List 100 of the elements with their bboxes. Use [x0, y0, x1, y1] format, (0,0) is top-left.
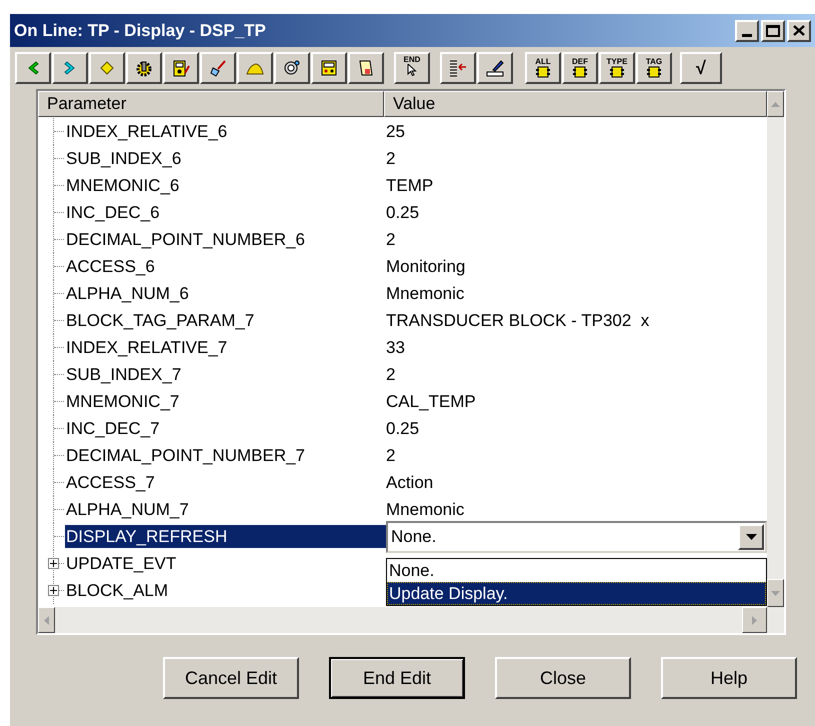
parameter-name[interactable]: ALPHA_NUM_6	[65, 282, 197, 305]
toolbar-button[interactable]	[52, 52, 88, 84]
dropdown-option[interactable]: None.	[387, 559, 766, 582]
down-arrow-icon	[771, 590, 780, 596]
parameter-value[interactable]: Monitoring	[386, 255, 466, 278]
parameter-value[interactable]: 2	[386, 363, 396, 386]
cursor-icon	[407, 64, 417, 76]
dropdown-button[interactable]	[738, 524, 764, 550]
expand-button[interactable]	[48, 585, 59, 596]
dialog-button[interactable]: Close	[495, 657, 631, 699]
button-label: TYPE	[606, 58, 628, 66]
horizontal-scrollbar[interactable]	[38, 607, 784, 633]
parameter-value[interactable]: TEMP	[386, 174, 434, 197]
parameter-name[interactable]: UPDATE_EVT	[65, 552, 184, 575]
plus-icon	[50, 587, 57, 594]
gear-icon	[135, 59, 153, 77]
close-icon	[793, 25, 805, 36]
column-header[interactable]: Value	[384, 91, 767, 117]
toolbar-button[interactable]	[311, 52, 347, 84]
parameter-name[interactable]: INC_DEC_6	[65, 201, 168, 224]
toolbar-button[interactable]	[163, 52, 199, 84]
parameter-value[interactable]: 2	[386, 228, 396, 251]
parameter-name[interactable]: ACCESS_7	[65, 471, 163, 494]
toolbar-button[interactable]	[274, 52, 310, 84]
dialog-button[interactable]: Cancel Edit	[163, 657, 299, 699]
parameter-name[interactable]: INDEX_RELATIVE_7	[65, 336, 236, 359]
parameter-value[interactable]: Mnemonic	[386, 498, 464, 521]
parameter-value[interactable]: 2	[386, 147, 396, 170]
button-label: √	[696, 59, 706, 77]
scroll-icon	[357, 59, 375, 77]
scroll-left-button[interactable]	[38, 607, 55, 633]
parameter-name[interactable]: MNEMONIC_6	[65, 174, 188, 197]
toolbar-button[interactable]	[440, 52, 476, 84]
parameter-value[interactable]: 2	[386, 444, 396, 467]
parameter-name[interactable]: SUB_INDEX_6	[65, 147, 190, 170]
parameter-name[interactable]: ALPHA_NUM_7	[65, 498, 197, 521]
vertical-scrollbar[interactable]	[767, 91, 784, 607]
parameter-name[interactable]: BLOCK_ALM	[65, 579, 176, 602]
column-header[interactable]: Parameter	[38, 91, 384, 117]
toolbar-button[interactable]: DEF	[562, 52, 598, 84]
chip-icon	[647, 66, 661, 78]
dial-icon	[283, 59, 301, 77]
toolbar-button[interactable]	[89, 52, 125, 84]
parameter-name[interactable]: INC_DEC_7	[65, 417, 168, 440]
button-label: ALL	[535, 58, 551, 66]
minimize-icon	[742, 34, 752, 36]
parameter-value[interactable]: Mnemonic	[386, 282, 464, 305]
chip-icon	[610, 66, 624, 78]
button-label: END	[404, 56, 420, 64]
toolbar-button[interactable]: ALL	[525, 52, 561, 84]
maximize-button[interactable]	[761, 20, 785, 42]
toolbar-button[interactable]	[348, 52, 384, 84]
maximize-icon	[766, 24, 780, 36]
parameter-name[interactable]: ACCESS_6	[65, 255, 163, 278]
toolbar-button[interactable]	[126, 52, 162, 84]
window-title: On Line: TP - Display - DSP_TP	[14, 20, 267, 42]
parameter-value[interactable]: 0.25	[386, 417, 420, 440]
close-button[interactable]	[787, 20, 811, 42]
parameter-name[interactable]: BLOCK_TAG_PARAM_7	[65, 309, 262, 332]
parameter-value[interactable]: 25	[386, 120, 405, 143]
down-arrow-icon	[746, 534, 756, 540]
button-label: DEF	[572, 58, 588, 66]
scroll-down-button[interactable]	[767, 579, 784, 607]
toolbar-button[interactable]	[477, 52, 513, 84]
chip-icon	[536, 66, 550, 78]
parameter-value[interactable]: TRANSDUCER BLOCK - TP302 x	[386, 309, 650, 332]
toolbar-button[interactable]	[15, 52, 51, 84]
parameter-value[interactable]: Action	[386, 471, 434, 494]
parameter-value[interactable]: CAL_TEMP	[386, 390, 476, 413]
diamond-icon	[98, 59, 116, 77]
device-icon	[320, 59, 338, 77]
dropdown-field[interactable]: None.	[386, 521, 767, 553]
toolbar-button[interactable]: TYPE	[599, 52, 635, 84]
parameter-name[interactable]: SUB_INDEX_7	[65, 363, 190, 386]
dialog-button[interactable]: Help	[661, 657, 797, 699]
parameter-value[interactable]: 0.25	[386, 201, 420, 224]
dropdown-option[interactable]: Update Display.	[387, 582, 766, 605]
toolbar-button[interactable]: TAG	[636, 52, 672, 84]
chip-icon	[573, 66, 587, 78]
parameter-value[interactable]: 33	[386, 336, 405, 359]
scroll-up-button[interactable]	[767, 91, 784, 117]
parameter-name[interactable]: DECIMAL_POINT_NUMBER_6	[65, 228, 314, 251]
edit-field-icon	[485, 59, 505, 77]
parameter-name[interactable]: DISPLAY_REFRESH	[65, 525, 386, 548]
right-arrow-icon	[752, 616, 757, 624]
dialog-button[interactable]: End Edit	[329, 657, 465, 699]
parameter-name[interactable]: DECIMAL_POINT_NUMBER_7	[65, 444, 314, 467]
parameter-name[interactable]: MNEMONIC_7	[65, 390, 188, 413]
toolbar-button[interactable]	[237, 52, 273, 84]
expand-button[interactable]	[48, 558, 59, 569]
toolbar-button[interactable]	[200, 52, 236, 84]
scroll-right-button[interactable]	[742, 607, 767, 633]
minimize-button[interactable]	[735, 20, 759, 42]
toolbar-button[interactable]: √	[680, 52, 722, 84]
toolbar-button[interactable]: END	[394, 52, 430, 84]
parameter-name[interactable]: INDEX_RELATIVE_6	[65, 120, 236, 143]
plus-icon	[50, 560, 57, 567]
left-arrow-icon	[44, 616, 49, 624]
meter-icon	[172, 59, 190, 77]
button-label: TAG	[646, 58, 662, 66]
